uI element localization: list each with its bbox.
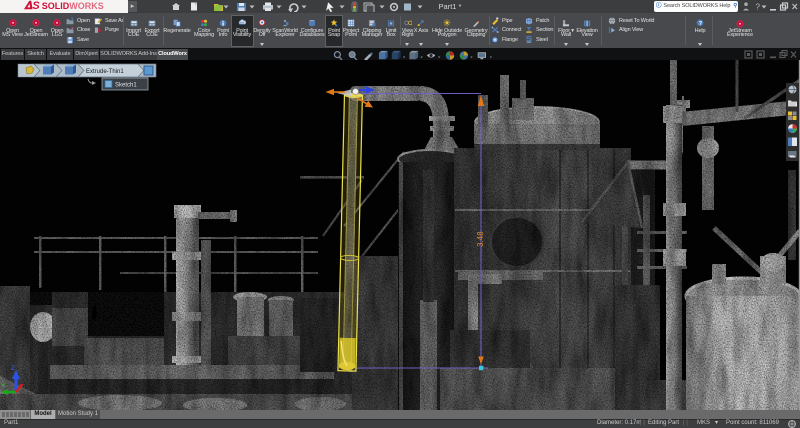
svg-text:3.48: 3.48 (476, 231, 485, 247)
svg-text:?: ? (699, 21, 703, 27)
svg-text:Extrude-Thin1: Extrude-Thin1 (86, 69, 124, 75)
svg-text:Y: Y (1, 383, 6, 390)
svg-text:Z: Z (11, 365, 15, 372)
svg-text:Sketch1: Sketch1 (115, 83, 137, 89)
svg-text:?: ? (756, 3, 761, 12)
